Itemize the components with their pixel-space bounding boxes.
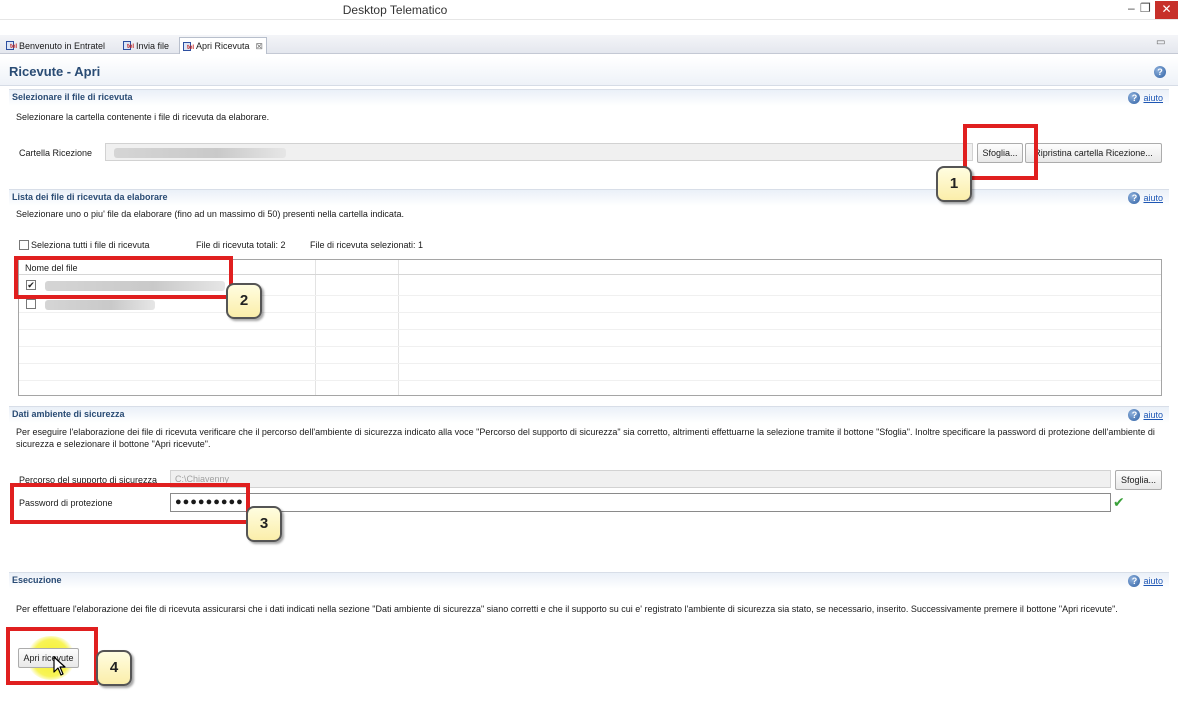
section-title: Selezionare il file di ricevuta xyxy=(12,92,133,102)
section-title: Lista dei file di ricevuta da elaborare xyxy=(12,192,168,202)
folder-label: Cartella Ricezione xyxy=(19,148,93,158)
close-window-icon[interactable]: ✕ xyxy=(1155,1,1178,19)
redacted-path xyxy=(114,148,286,158)
tab-invia-file[interactable]: Invia file xyxy=(120,37,172,54)
minimize-window-icon[interactable]: – xyxy=(1128,1,1135,15)
help-link[interactable]: ? aiuto xyxy=(1128,192,1163,204)
tab-benvenuto[interactable]: Benvenuto in Entratel xyxy=(3,37,108,54)
restore-window-icon[interactable]: ❐ xyxy=(1140,1,1151,15)
redacted-filename xyxy=(45,300,155,310)
reset-folder-button[interactable]: Ripristina cartella Ricezione... xyxy=(1025,143,1162,163)
help-icon: ? xyxy=(1128,409,1141,421)
help-link[interactable]: ? aiuto xyxy=(1128,575,1163,587)
selected-files-label: File di ricevuta selezionati: 1 xyxy=(310,240,424,250)
section-header-file: Selezionare il file di ricevuta ? aiuto xyxy=(9,89,1169,106)
section-file-description: Selezionare la cartella contenente i fil… xyxy=(16,112,270,122)
folder-path-field[interactable] xyxy=(105,143,973,161)
tab-label: Benvenuto in Entratel xyxy=(19,40,106,51)
select-all-label[interactable]: Seleziona tutti i file di ricevuta xyxy=(31,239,150,251)
browse-security-button[interactable]: Sfoglia... xyxy=(1115,470,1162,490)
section-header-list: Lista dei file di ricevuta da elaborare … xyxy=(9,189,1169,206)
entratel-icon xyxy=(183,41,194,51)
security-path-field[interactable]: C:\Chiavenny xyxy=(170,470,1111,488)
section-header-exec: Esecuzione ? aiuto xyxy=(9,572,1169,589)
callout-4: 4 xyxy=(96,650,132,686)
help-icon: ? xyxy=(1128,192,1141,204)
help-icon: ? xyxy=(1128,92,1141,104)
help-link-text[interactable]: aiuto xyxy=(1143,193,1163,203)
highlight-box-browse xyxy=(963,124,1038,180)
window-title: Desktop Telematico xyxy=(342,3,448,17)
section-list-description: Selezionare uno o piu' file da elaborare… xyxy=(16,209,404,219)
total-files-label: File di ricevuta totali: 2 xyxy=(196,240,286,250)
section-title: Esecuzione xyxy=(12,575,62,585)
editor-tab-bar: Benvenuto in Entratel Invia file Apri Ri… xyxy=(0,35,1178,54)
help-link[interactable]: ? aiuto xyxy=(1128,409,1163,421)
section-header-security: Dati ambiente di sicurezza ? aiuto xyxy=(9,406,1169,423)
highlight-box-file-row xyxy=(14,256,233,299)
minimize-view-icon[interactable]: ▭ xyxy=(1156,37,1165,48)
file-row-checkbox[interactable] xyxy=(26,299,36,309)
password-input[interactable]: ●●●●●●●●● xyxy=(170,493,1111,512)
entratel-icon xyxy=(123,41,134,50)
callout-1: 1 xyxy=(936,166,972,202)
tab-label: Invia file xyxy=(136,40,170,51)
page-help-icon[interactable]: ? xyxy=(1154,66,1166,78)
help-link-text[interactable]: aiuto xyxy=(1143,93,1163,103)
help-icon: ? xyxy=(1128,575,1141,587)
callout-2: 2 xyxy=(226,283,262,319)
window-titlebar: Desktop Telematico – ❐ ✕ xyxy=(0,0,1178,20)
page-header: Ricevute - Apri ? xyxy=(0,57,1178,86)
valid-check-icon: ✔ xyxy=(1113,494,1125,510)
help-link-text[interactable]: aiuto xyxy=(1143,410,1163,420)
tab-apri-ricevuta[interactable]: Apri Ricevuta ⊠ xyxy=(179,37,268,54)
help-link[interactable]: ? aiuto xyxy=(1128,92,1163,104)
close-tab-icon[interactable]: ⊠ xyxy=(256,41,264,52)
help-link-text[interactable]: aiuto xyxy=(1143,576,1163,586)
tab-label: Apri Ricevuta xyxy=(196,41,250,51)
highlight-box-open xyxy=(6,627,98,685)
section-exec-description: Per effettuare l'elaborazione dei file d… xyxy=(16,604,1118,614)
entratel-icon xyxy=(6,41,17,50)
select-all-checkbox[interactable] xyxy=(19,240,29,250)
page-title: Ricevute - Apri xyxy=(9,64,101,79)
section-title: Dati ambiente di sicurezza xyxy=(12,409,125,419)
callout-3: 3 xyxy=(246,506,282,542)
highlight-box-password xyxy=(10,483,250,524)
section-security-description: Per eseguire l'elaborazione dei file di … xyxy=(16,427,1155,449)
